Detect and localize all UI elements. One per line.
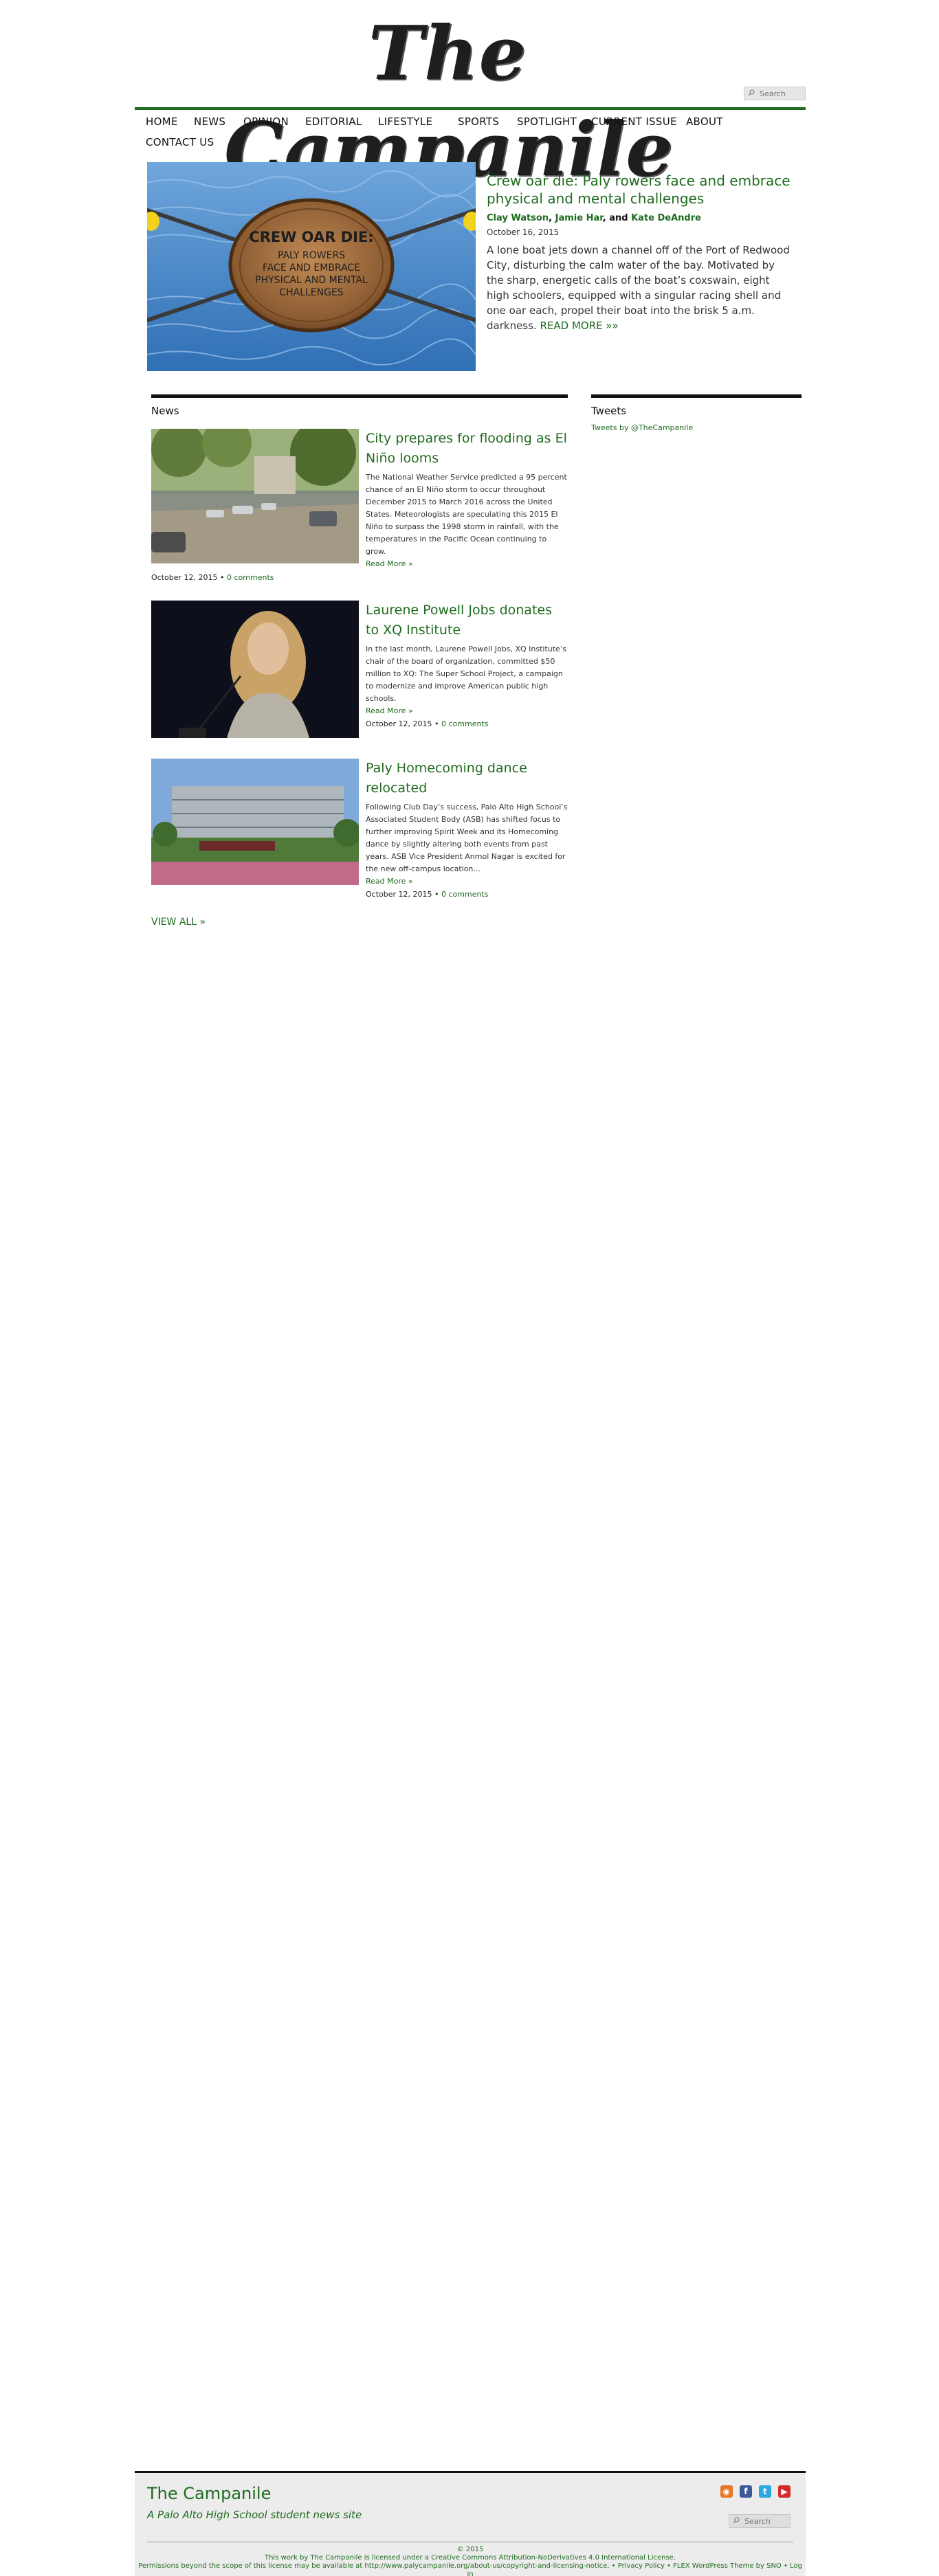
site-logo[interactable]: The Campanile [224, 5, 673, 193]
story-excerpt: In the last month, Laurene Powell Jobs, … [366, 645, 567, 703]
comments-link[interactable]: 0 comments [227, 573, 274, 582]
nav-item-sports[interactable]: SPORTS [458, 115, 499, 128]
author-link[interactable]: Clay Watson [487, 213, 549, 223]
author-separator: , and [602, 213, 628, 223]
meta-bullet: • [220, 573, 225, 582]
author-separator: , [549, 213, 553, 223]
featured-excerpt-text: A lone boat jets down a channel off of t… [487, 244, 790, 332]
story-meta: October 12, 2015 • 0 comments [366, 890, 568, 899]
story-text: Paly Homecoming dance relocated Followin… [366, 759, 568, 899]
permissions-text[interactable]: Permissions beyond the scope of this lic… [135, 2562, 806, 2576]
featured-image[interactable]: CREW OAR DIE: PALY ROWERS FACE AND EMBRA… [147, 162, 476, 371]
read-more-link[interactable]: Read More » [366, 877, 568, 886]
search-input[interactable] [760, 89, 804, 99]
featured-title[interactable]: Crew oar die: Paly rowers face and embra… [487, 172, 793, 208]
story-text: City prepares for flooding as El Niño lo… [366, 429, 568, 568]
author-link[interactable]: Jamie Har [555, 213, 603, 223]
footer-legal: © 2015 This work by The Campanile is lic… [135, 2546, 806, 2576]
nav-item-home[interactable]: HOME [146, 115, 178, 128]
featured-read-more-link[interactable]: READ MORE »» [540, 320, 618, 332]
story-date: October 12, 2015 [366, 719, 432, 728]
author-link[interactable]: Kate DeAndre [631, 213, 701, 223]
featured-authors: Clay Watson, Jamie Har, and Kate DeAndre [487, 213, 793, 223]
search-icon [733, 2517, 740, 2524]
news-heading[interactable]: News [151, 394, 568, 421]
featured-text: Crew oar die: Paly rowers face and embra… [487, 172, 793, 333]
featured-story: CREW OAR DIE: PALY ROWERS FACE AND EMBRA… [147, 162, 793, 371]
sign-line-4: PHYSICAL AND MENTAL [255, 275, 368, 286]
nav-item-news[interactable]: NEWS [194, 115, 225, 128]
view-all-link[interactable]: VIEW ALL » [151, 917, 206, 928]
story-excerpt: The National Weather Service predicted a… [366, 473, 567, 556]
story-image-homecoming[interactable] [151, 759, 359, 885]
story-image-flooding[interactable] [151, 429, 359, 563]
footer-search-input[interactable] [744, 2516, 788, 2527]
youtube-icon[interactable]: ▶ [778, 2485, 791, 2498]
read-more-link[interactable]: Read More » [366, 706, 568, 715]
nav-item-editorial[interactable]: EDITORIAL [305, 115, 362, 128]
story-card: City prepares for flooding as El Niño lo… [151, 429, 568, 587]
rss-icon[interactable]: ◉ [720, 2485, 733, 2498]
masthead: The Campanile [135, 0, 806, 193]
news-section: News City prepares for flooding as El Ni… [151, 394, 568, 928]
nav-item-about[interactable]: ABOUT [686, 115, 723, 128]
story-card: Paly Homecoming dance relocated Followin… [151, 759, 568, 899]
story-meta: October 12, 2015 • 0 comments [366, 719, 568, 728]
page: The Campanile HOME NEWS OPINION EDITORIA… [135, 0, 806, 2576]
story-card: Laurene Powell Jobs donates to XQ Instit… [151, 601, 568, 738]
footer-tagline: A Palo Alto High School student news sit… [147, 2509, 362, 2521]
story-title[interactable]: Laurene Powell Jobs donates to XQ Instit… [366, 601, 568, 640]
nav-item-spotlight[interactable]: SPOTLIGHT [517, 115, 577, 128]
comments-link[interactable]: 0 comments [441, 719, 489, 728]
story-date: October 12, 2015 [366, 890, 432, 899]
nav-item-contact-us[interactable]: CONTACT US [146, 136, 214, 148]
nav-item-opinion[interactable]: OPINION [243, 115, 289, 128]
story-meta: October 12, 2015 • 0 comments [151, 573, 274, 582]
comments-link[interactable]: 0 comments [441, 890, 489, 899]
sign-line-2: PALY ROWERS [278, 250, 345, 261]
story-title[interactable]: City prepares for flooding as El Niño lo… [366, 429, 568, 469]
story-excerpt: Following Club Day’s success, Palo Alto … [366, 803, 568, 873]
sign-line-1: CREW OAR DIE: [249, 229, 373, 245]
tweets-section: Tweets Tweets by @TheCampanile [591, 394, 802, 432]
tweets-heading: Tweets [591, 394, 802, 421]
tweets-timeline-link[interactable]: Tweets by @TheCampanile [591, 423, 802, 432]
featured-date: October 16, 2015 [487, 227, 560, 237]
copyright: © 2015 [456, 2546, 484, 2553]
meta-bullet: • [434, 890, 439, 899]
sign-line-5: CHALLENGES [279, 287, 343, 298]
twitter-icon[interactable]: t [758, 2485, 771, 2498]
story-title[interactable]: Paly Homecoming dance relocated [366, 759, 568, 798]
story-date: October 12, 2015 [151, 573, 218, 582]
facebook-icon[interactable]: f [739, 2485, 752, 2498]
story-text: Laurene Powell Jobs donates to XQ Instit… [366, 601, 568, 728]
social-icons: ◉ f t ▶ [717, 2484, 791, 2498]
featured-excerpt: A lone boat jets down a channel off of t… [487, 243, 793, 333]
sign-line-3: FACE AND EMBRACE [263, 262, 360, 273]
main-nav: HOME NEWS OPINION EDITORIAL LIFESTYLE SP… [135, 107, 806, 151]
footer-site-title[interactable]: The Campanile [147, 2484, 271, 2503]
footer: The Campanile A Palo Alto High School st… [135, 2471, 806, 2576]
story-image-laurene-powell-jobs[interactable] [151, 601, 359, 738]
meta-bullet: • [434, 719, 439, 728]
license-text[interactable]: This work by The Campanile is licensed u… [135, 2554, 806, 2562]
nav-item-lifestyle[interactable]: LIFESTYLE [378, 115, 432, 128]
search-icon [748, 89, 755, 96]
read-more-link[interactable]: Read More » [366, 559, 568, 568]
search-box [744, 87, 806, 100]
nav-item-current-issue[interactable]: CURRENT ISSUE [591, 115, 677, 128]
footer-search-box [729, 2514, 791, 2528]
